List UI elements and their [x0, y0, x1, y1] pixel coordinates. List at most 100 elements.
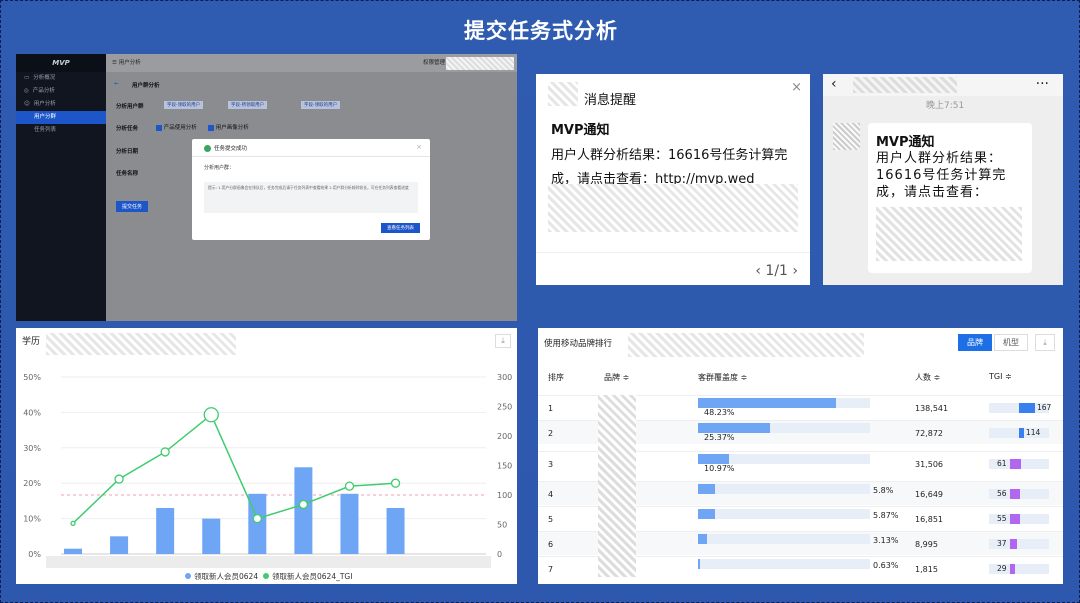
tgi-bar — [1010, 489, 1021, 499]
y-tick-label: 40% — [23, 408, 41, 417]
col-header-count[interactable]: 人数 ≑ — [915, 372, 940, 383]
bar — [340, 493, 359, 554]
back-chevron-icon[interactable]: ‹ — [831, 76, 837, 92]
education-chart-panel: 学历 ⤓ 0% 10% 20% 30% 40% 50% 0 50 100 150 200 250 300… — [16, 328, 517, 584]
bar — [294, 467, 313, 554]
user-group-tag[interactable]: 字段-领取的用户 — [164, 101, 204, 109]
chat-timestamp: 晚上7:51 — [926, 101, 965, 111]
coverage-bar — [698, 423, 771, 433]
chat-message[interactable]: MVP通知 用户人群分析结果：16616号任务计算完成，请点击查看： — [868, 123, 1032, 273]
tgi-value: 114 — [1025, 428, 1041, 437]
y-tick-label: 0% — [28, 550, 41, 559]
coverage-bar — [698, 559, 700, 569]
modal-title-text: 任务提交成功 — [214, 146, 248, 152]
topbar-title: 用户分析 — [118, 60, 141, 66]
success-modal: 任务提交成功 × 分析用户群： 提示: 1.用户分群画像会在排队后，任务完成后请… — [192, 139, 430, 240]
toggle-model[interactable]: 机型 — [994, 334, 1028, 351]
tgi-bar — [1019, 403, 1035, 413]
tgi-point — [344, 481, 355, 491]
chat-message-title: MVP通知 — [876, 135, 935, 150]
bar — [64, 548, 82, 554]
sidebar-item-users[interactable]: ☺ 用户分析 — [16, 98, 106, 111]
education-chart: 0% 10% 20% 30% 40% 50% 0 50 100 150 200 250 300 领取新人会… — [23, 373, 512, 581]
task-option-product[interactable]: 产品使用分析 — [156, 123, 197, 131]
topbar-permission-link[interactable]: 权限管理 — [423, 54, 445, 72]
y2-tick-label: 50 — [497, 521, 507, 530]
coverage-label: 5.87% — [873, 511, 899, 520]
coverage-track — [698, 559, 870, 569]
y-tick-label: 30% — [23, 444, 41, 453]
col-header-coverage[interactable]: 客群覆盖度 ≑ — [698, 372, 747, 383]
sidebar-item-label: 用户分析 — [33, 101, 56, 107]
notification-header: 消息提醒 — [584, 93, 637, 108]
chat-message-body: 用户人群分析结果：16616号任务计算完成，请点击查看： — [876, 151, 1007, 200]
avatar — [833, 123, 860, 150]
tgi-value: 55 — [997, 514, 1007, 523]
rank-cell: 7 — [548, 565, 554, 574]
legend-label: 领取新人会员0624 — [194, 571, 258, 581]
y2-tick-label: 200 — [497, 432, 512, 441]
tgi-point — [160, 447, 170, 457]
tgi-point — [203, 407, 219, 423]
sidebar: MVP ▭ 分析概况 ◎ 产品分析 ☺ 用户分析 用户分群 任务列表 — [16, 54, 106, 321]
divider — [536, 252, 810, 253]
col-header-brand[interactable]: 品牌 ≑ — [604, 372, 629, 383]
submit-task-button[interactable]: 提交任务 — [116, 201, 149, 212]
coverage-label: 48.23% — [704, 408, 735, 417]
coverage-bar — [698, 534, 707, 544]
coverage-label: 5.8% — [873, 486, 894, 495]
notification-pager[interactable]: ‹ 1/1 › — [755, 263, 798, 279]
rank-cell: 4 — [548, 490, 554, 499]
tgi-bar — [1019, 428, 1024, 438]
count-cell: 1,815 — [915, 565, 938, 574]
form-label-task: 分析任务 — [116, 126, 139, 132]
menu-icon[interactable]: ☰ — [112, 60, 119, 66]
download-icon[interactable]: ⤓ — [1035, 334, 1055, 351]
redacted-link — [548, 184, 798, 232]
close-icon[interactable]: × — [791, 80, 802, 95]
tgi-bar — [1010, 564, 1016, 574]
tgi-track: 114 — [989, 428, 1049, 438]
checkbox-icon[interactable] — [156, 124, 162, 131]
tgi-track: 55 — [989, 514, 1049, 524]
view-task-list-button[interactable]: 查看任务列表 — [381, 223, 420, 233]
slide-title: 提交任务式分析 — [464, 19, 618, 43]
user-group-tag[interactable]: 字段-所领取用户 — [228, 101, 268, 109]
sidebar-item-task-list[interactable]: 任务列表 — [16, 124, 106, 137]
sidebar-item-overview[interactable]: ▭ 分析概况 — [16, 72, 106, 85]
col-header-rank: 排序 — [548, 373, 564, 382]
y2-tick-label: 300 — [497, 373, 512, 382]
sidebar-item-label: 任务列表 — [34, 127, 57, 133]
count-cell: 8,995 — [915, 540, 938, 549]
bar — [386, 507, 405, 554]
user-group-tag[interactable]: 字段-领取的用户 — [301, 101, 341, 109]
close-icon[interactable]: × — [416, 143, 422, 151]
checkbox-icon[interactable] — [208, 124, 214, 131]
col-header-tgi[interactable]: TGI ≑ — [989, 372, 1012, 381]
bar — [202, 518, 221, 554]
coverage-track — [698, 509, 870, 519]
redacted-avatar — [548, 82, 578, 106]
more-icon[interactable]: ··· — [1036, 76, 1049, 92]
rank-cell: 3 — [548, 460, 554, 469]
redacted-brand-names — [598, 395, 636, 577]
tgi-track: 56 — [989, 489, 1049, 499]
rank-cell: 6 — [548, 540, 554, 549]
toggle-brand[interactable]: 品牌 — [958, 334, 992, 351]
slide: 提交任务式分析 MVP ▭ 分析概况 ◎ 产品分析 ☺ 用户分析 用户分群 任务列表 … — [0, 0, 1080, 603]
sidebar-item-product[interactable]: ◎ 产品分析 — [16, 85, 106, 98]
coverage-label: 10.97% — [704, 464, 735, 473]
coverage-track — [698, 454, 870, 464]
app-screenshot-panel: MVP ▭ 分析概况 ◎ 产品分析 ☺ 用户分析 用户分群 任务列表 ☰ 用户分析 权… — [16, 54, 517, 321]
tgi-bar — [1010, 514, 1020, 524]
task-option-label: 用户画像分析 — [215, 125, 249, 131]
back-arrow-icon[interactable]: ← — [114, 81, 119, 87]
redacted-x-labels — [46, 556, 491, 568]
task-option-portrait[interactable]: 用户画像分析 — [208, 123, 249, 131]
tgi-point — [70, 520, 76, 526]
modal-title: 任务提交成功 — [204, 144, 247, 152]
tgi-bar — [1010, 539, 1017, 549]
y2-tick-label: 150 — [497, 462, 512, 471]
sidebar-item-label: 分析概况 — [33, 75, 56, 81]
sidebar-item-user-segment[interactable]: 用户分群 — [16, 111, 106, 124]
